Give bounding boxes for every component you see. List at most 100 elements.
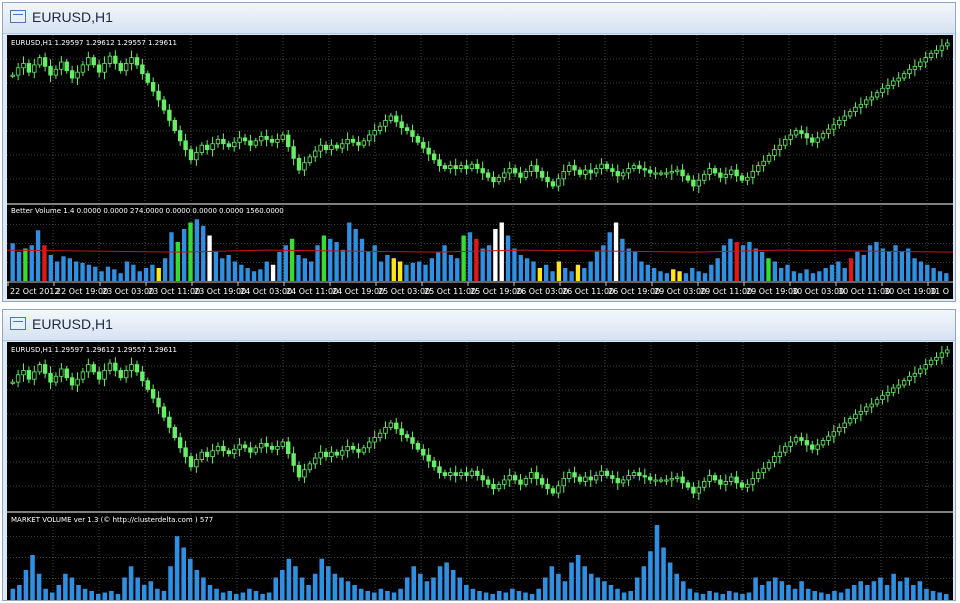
candle-body [907,375,912,382]
candle-body [523,478,529,485]
candle-body [788,441,793,447]
volume-bar [569,562,574,600]
candle-body [674,169,680,172]
candle-body [291,146,296,159]
price-and-market-volume-chart[interactable]: EURUSD,H1 1.29597 1.29612 1.29557 1.2961… [7,342,953,600]
candle-body [188,456,194,468]
volume-bar [442,245,447,281]
candle-body [161,406,167,418]
candle-body [172,426,177,438]
candle-body [442,165,448,169]
volume-bar [620,238,625,281]
volume-bar [181,547,186,600]
candle-body [113,55,118,64]
volume-bar [677,271,682,281]
volume-bar [169,232,174,281]
candle-body [918,61,923,67]
chart-area[interactable]: EURUSD,H1 1.29597 1.29612 1.29557 1.2961… [7,35,953,299]
candle-body [199,451,204,460]
candle-body [831,124,837,130]
volume-bar [595,577,601,600]
volume-bar [819,592,824,600]
window-title: EURUSD,H1 [32,316,113,332]
candle-body [188,149,194,161]
candle-body [885,84,891,89]
volume-bar [480,248,485,281]
volume-bar [779,268,784,281]
volume-bar [740,594,745,600]
volume-bar [253,591,259,600]
volume-bar [791,271,797,281]
chart-window-bottom[interactable]: EURUSD,H1 EURUSD,H1 1.29597 1.29612 1.29… [2,309,956,601]
candle-body [242,444,248,449]
volume-bar [930,591,936,600]
candle-body [37,57,42,66]
axis-tick-label: 31 O [930,287,949,296]
candle-body [329,144,334,150]
volume-bar [944,273,949,281]
volume-bar [667,562,673,600]
volume-bar [175,242,180,281]
volume-bar [302,258,308,281]
volume-bar [602,581,607,600]
candle-body [620,479,626,484]
candle-body [404,127,410,132]
volume-bar [194,219,200,281]
candle-body [42,57,48,67]
candle-body [118,63,123,72]
candle-body [577,476,583,482]
volume-bar [332,573,338,600]
candle-body [745,483,750,488]
candle-body [647,476,653,481]
chart-window-top[interactable]: EURUSD,H1 EURUSD,H1 1.29597 1.29612 1.29… [2,2,956,302]
volume-bar [277,251,282,281]
volume-bar [23,248,28,281]
candle-body [296,157,302,171]
candle-body [86,364,91,373]
candle-body [442,472,448,476]
volume-bar [296,255,301,281]
candle-body [129,364,134,371]
candle-body [939,45,945,51]
volume-bar [76,585,81,600]
volume-bar [700,594,706,600]
volume-bar [464,585,469,600]
volume-bar [118,273,123,281]
volume-bar [273,577,279,600]
candle-body [599,470,604,476]
axis-tick-label: 30 Oct 03:00 [792,287,844,296]
candle-body [134,364,140,373]
volume-bar [321,235,327,281]
volume-bar [588,573,594,600]
candle-body [253,140,259,146]
volume-bar [550,271,555,281]
volume-bar [817,271,822,281]
candle-body [59,368,64,377]
candle-body [566,472,572,479]
volume-bar [67,258,73,281]
volume-bar [779,581,785,600]
chart-area[interactable]: EURUSD,H1 1.29597 1.29612 1.29557 1.2961… [7,342,953,600]
window-titlebar[interactable]: EURUSD,H1 [3,310,955,341]
candle-body [788,134,793,140]
price-and-volume-chart[interactable]: EURUSD,H1 1.29597 1.29612 1.29557 1.2961… [7,35,953,299]
window-titlebar[interactable]: EURUSD,H1 [3,3,955,34]
candle-body [91,364,96,373]
candle-body [475,163,480,169]
candle-body [426,147,431,155]
volume-bar [385,591,390,600]
volume-bar [792,588,798,600]
volume-bar [696,271,701,281]
candle-body [734,476,739,484]
candle-body [167,109,172,121]
volume-bar [621,592,627,600]
volume-bar [613,222,619,281]
candle-body [361,140,367,146]
volume-bar [943,594,949,600]
candle-body [820,440,826,446]
candle-body [729,169,734,175]
candle-body [642,168,647,171]
volume-bar [128,566,134,600]
candle-body [383,119,388,127]
candle-body [356,141,361,146]
